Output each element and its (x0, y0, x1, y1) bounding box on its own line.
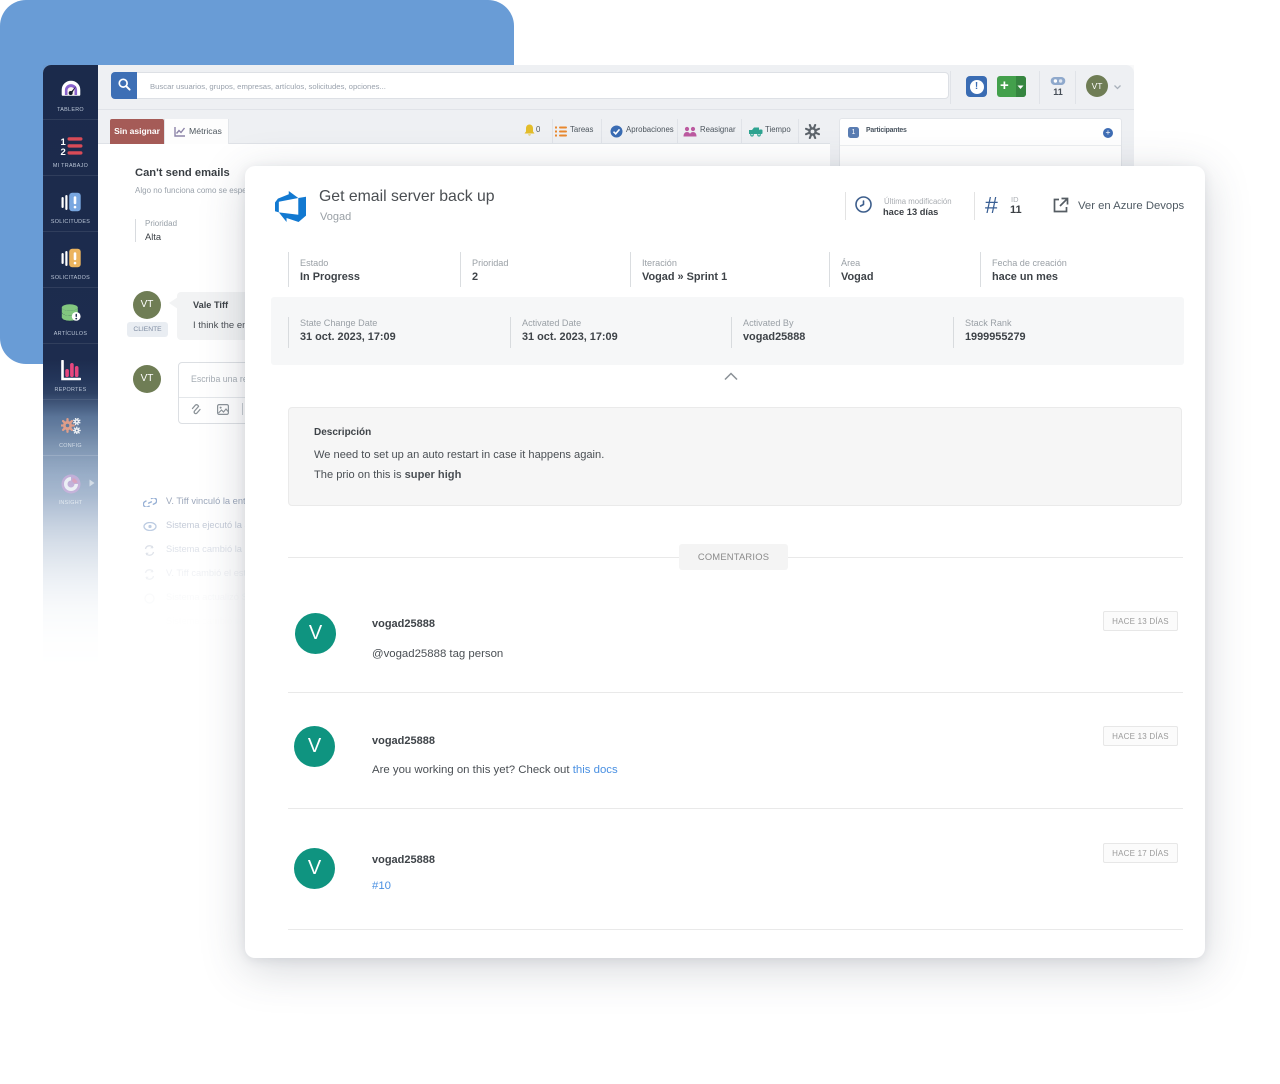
svg-text:2: 2 (60, 147, 65, 157)
